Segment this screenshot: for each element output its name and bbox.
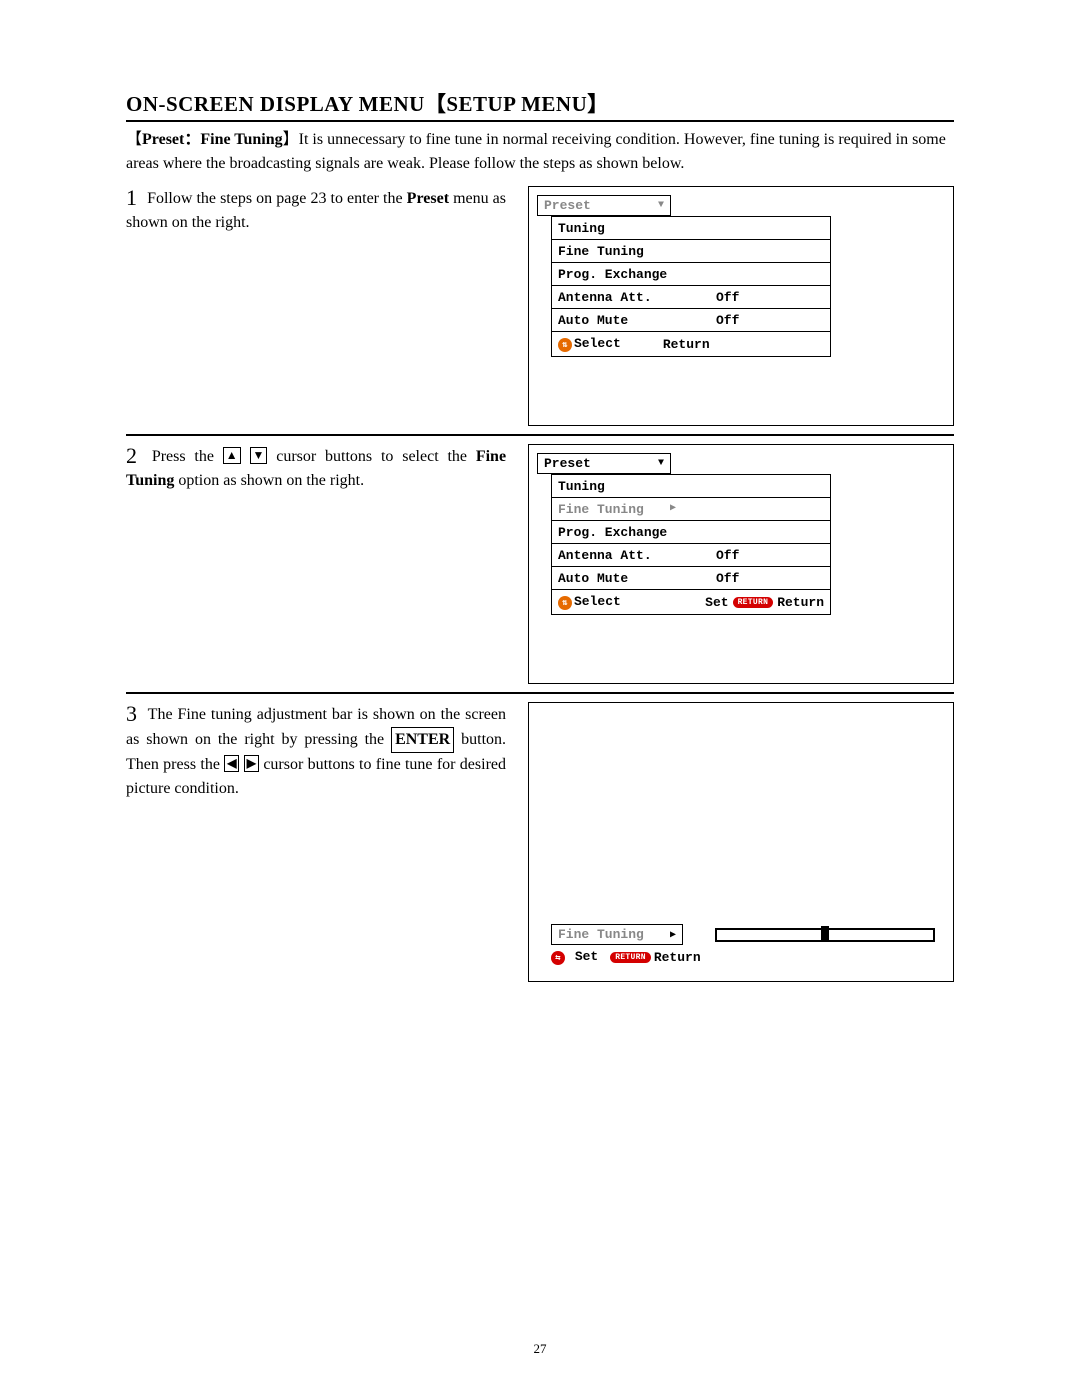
osd-item: Tuning (551, 216, 831, 240)
osd-item: Auto MuteOff (551, 309, 831, 332)
osd-item: Prog. Exchange (551, 521, 831, 544)
divider (126, 434, 954, 436)
slider-thumb (821, 926, 829, 940)
chevron-down-icon: ▼ (658, 458, 664, 469)
osd-help: ⇅Select Return (551, 332, 831, 357)
osd-item: Prog. Exchange (551, 263, 831, 286)
intro-paragraph: 【Preset：Fine Tuning】It is unnecessary to… (126, 128, 954, 176)
right-key-icon: ▶ (244, 755, 259, 772)
osd-header: Preset ▼ (537, 453, 671, 474)
fine-tuning-row: Fine Tuning ▶ (537, 924, 935, 945)
divider (126, 692, 954, 694)
leftright-icon: ⇆ (551, 951, 565, 965)
osd-item: Tuning (551, 474, 831, 498)
up-key-icon: ▲ (223, 447, 241, 464)
osd-item: Fine Tuning (551, 240, 831, 263)
chevron-down-icon: ▼ (658, 200, 664, 211)
step-row: 2 Press the ▲ ▼ cursor buttons to select… (126, 444, 954, 684)
step-number: 3 (126, 701, 137, 726)
osd-item: Auto MuteOff (551, 567, 831, 590)
step3-instruction: 3 The Fine tuning adjustment bar is show… (126, 702, 506, 801)
step1-instruction: 1 Follow the steps on page 23 to enter t… (126, 186, 506, 235)
osd-item: Antenna Att.Off (551, 544, 831, 567)
osd-help: ⇆ Set RETURN Return (551, 949, 751, 965)
step-number: 1 (126, 185, 137, 210)
osd-item-selected: Fine Tuning▶ (551, 498, 831, 521)
step-row: 1 Follow the steps on page 23 to enter t… (126, 186, 954, 426)
osd-panel-1: Preset ▼ Tuning Fine Tuning Prog. Exchan… (528, 186, 954, 426)
return-capsule-icon: RETURN (610, 952, 651, 963)
fine-tuning-label: Fine Tuning ▶ (551, 924, 683, 945)
step2-instruction: 2 Press the ▲ ▼ cursor buttons to select… (126, 444, 506, 493)
step-number: 2 (126, 443, 137, 468)
fine-tuning-slider (715, 928, 935, 942)
left-key-icon: ◀ (224, 755, 239, 772)
osd-header: Preset ▼ (537, 195, 671, 216)
step-row: 3 The Fine tuning adjustment bar is show… (126, 702, 954, 982)
chevron-right-icon: ▶ (670, 502, 676, 517)
title-left: ON-SCREEN DISPLAY MENU (126, 92, 425, 116)
osd-item: Antenna Att.Off (551, 286, 831, 309)
osd-panel-2: Preset ▼ Tuning Fine Tuning▶ Prog. Excha… (528, 444, 954, 684)
title-bracket: SETUP MENU (446, 92, 587, 116)
page-title: ON-SCREEN DISPLAY MENU【SETUP MENU】 (126, 88, 954, 122)
updown-icon: ⇅ (558, 338, 572, 352)
osd-help: ⇅Select Set RETURN Return (551, 590, 831, 615)
down-key-icon: ▼ (250, 447, 268, 464)
enter-key: ENTER (391, 727, 454, 753)
return-capsule-icon: RETURN (733, 597, 774, 608)
chevron-right-icon: ▶ (670, 929, 676, 941)
intro-bold: Preset：Fine Tuning (142, 131, 283, 148)
osd-panel-3: Fine Tuning ▶ ⇆ Set RETURN Return (528, 702, 954, 982)
updown-icon: ⇅ (558, 596, 572, 610)
page-number: 27 (0, 1341, 1080, 1357)
